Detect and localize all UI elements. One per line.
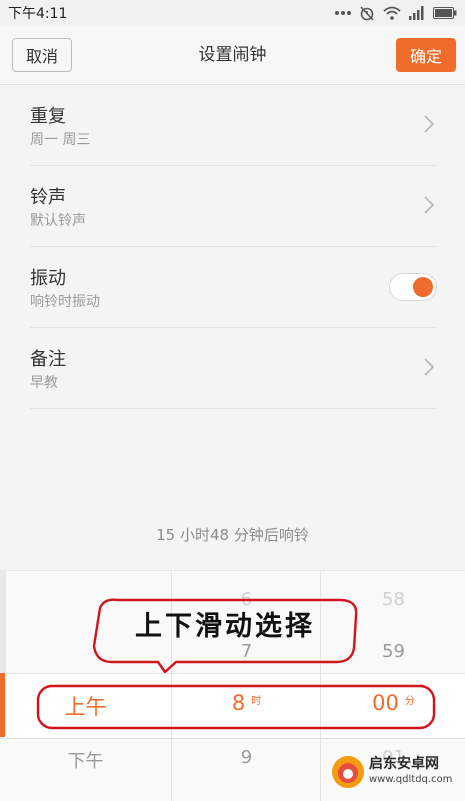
alarm-off-icon	[360, 6, 374, 21]
setting-subtitle: 默认铃声	[30, 213, 86, 229]
toggle-knob	[413, 277, 433, 297]
setting-subtitle: 早教	[30, 375, 58, 391]
more-dots-icon	[335, 11, 351, 15]
watermark-title: 启东安卓网	[369, 756, 439, 772]
countdown-text: 15 小时48 分钟后响铃	[156, 526, 309, 544]
setting-title: 铃声	[30, 187, 66, 208]
minute-selected: 00 分	[321, 691, 465, 715]
setting-repeat[interactable]: 重复 周一 周三	[30, 85, 437, 166]
watermark: 启东安卓网 www.qdltdq.com	[329, 750, 461, 794]
hour-wheel[interactable]: 6 7 8时 9	[171, 571, 321, 801]
hour-prev1: 7	[240, 641, 253, 662]
chevron-right-icon	[424, 115, 435, 133]
hour-selected: 8时	[172, 691, 321, 715]
ampm-selected: 上午	[64, 695, 107, 719]
setting-vibrate: 振动 响铃时振动	[30, 247, 437, 328]
vibrate-toggle[interactable]	[389, 273, 437, 301]
hour-selected-value: 8	[231, 691, 246, 715]
hour-next1: 9	[240, 747, 253, 768]
watermark-logo-icon	[330, 754, 366, 790]
signal-icon	[409, 6, 424, 20]
setting-title: 备注	[30, 349, 66, 370]
hour-unit: 时	[251, 696, 262, 707]
minute-prev1: 59	[382, 641, 405, 662]
status-icons	[335, 3, 457, 23]
watermark-url: www.qdltdq.com	[369, 774, 453, 785]
settings-list: 重复 周一 周三 铃声 默认铃声 振动 响铃时振动 备注 早教	[0, 85, 465, 409]
wifi-icon	[383, 6, 401, 20]
setting-note[interactable]: 备注 早教	[30, 328, 437, 409]
setting-title: 重复	[30, 106, 66, 127]
battery-icon	[433, 7, 457, 19]
ampm-next: 下午	[67, 751, 104, 772]
minute-unit: 分	[404, 696, 415, 707]
minute-prev2: 58	[382, 589, 405, 610]
chevron-right-icon	[424, 358, 435, 376]
confirm-button[interactable]: 确定	[396, 38, 456, 72]
setting-subtitle: 响铃时振动	[30, 294, 100, 310]
ampm-wheel[interactable]: 上午 下午	[0, 571, 171, 801]
header: 取消 设置闹钟 确定	[0, 26, 465, 85]
minute-selected-value: 00	[372, 691, 399, 715]
status-time: 下午4:11	[8, 6, 68, 22]
chevron-right-icon	[424, 196, 435, 214]
setting-ringtone[interactable]: 铃声 默认铃声	[30, 166, 437, 247]
setting-title: 振动	[30, 268, 66, 289]
setting-subtitle: 周一 周三	[30, 132, 91, 148]
hour-prev2: 6	[240, 589, 253, 610]
status-bar: 下午4:11	[0, 0, 465, 26]
